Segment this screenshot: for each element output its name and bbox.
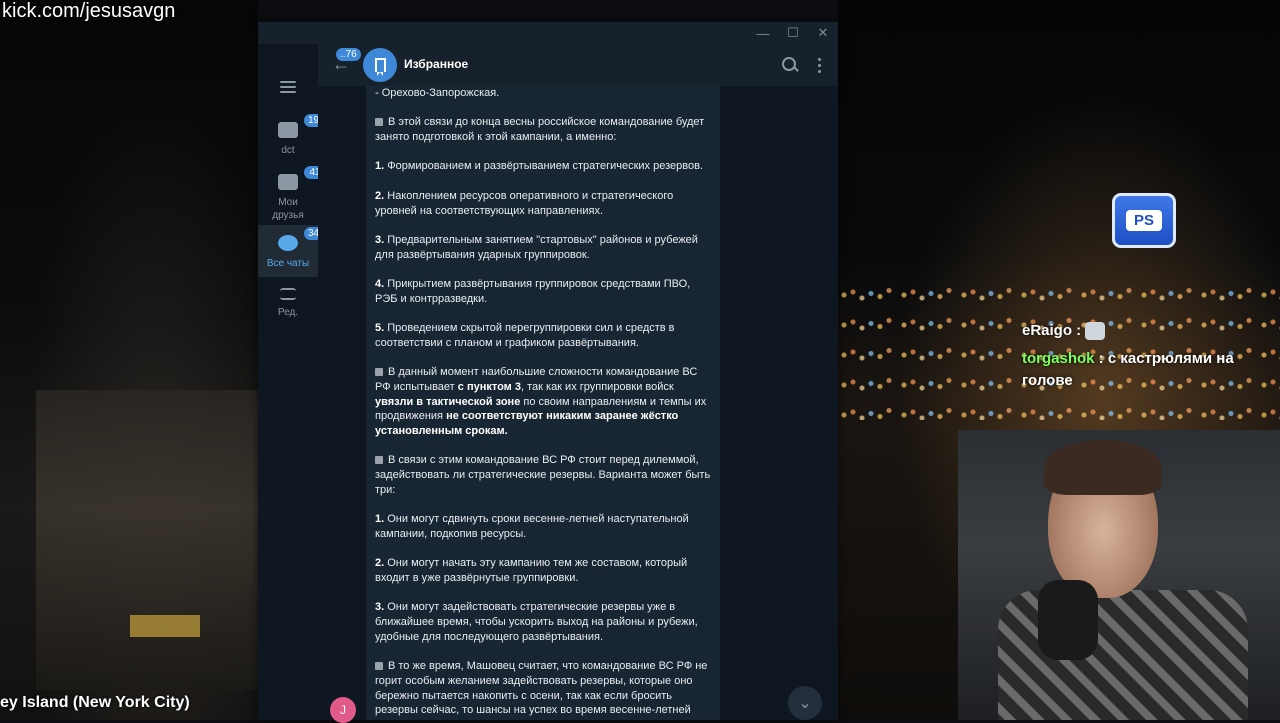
message-text: Они могут сдвинуть сроки весенне-летней … bbox=[375, 513, 689, 540]
message-list[interactable]: - Орехово-Запорожская. В этой связи до ко… bbox=[318, 86, 838, 720]
chat-header: ← ..76 Избранное bbox=[318, 44, 838, 86]
bold-text: 1. bbox=[375, 160, 385, 173]
bus-image bbox=[130, 615, 200, 637]
ps-badge-text: PS bbox=[1125, 210, 1162, 231]
message-text: Они могут задействовать стратегические р… bbox=[375, 601, 698, 643]
message-text: , так как их группировки войск bbox=[521, 380, 674, 393]
message-paragraph: В данный момент наибольшие сложности ком… bbox=[375, 365, 712, 439]
folder-sidebar: 191 dct 41 Мои друзья 349 Все чаты Ред. bbox=[258, 44, 329, 720]
message-text: Формированием и развёртыванием стратегич… bbox=[384, 160, 703, 173]
webcam-hair bbox=[1044, 440, 1162, 495]
bold-text: 4. bbox=[375, 278, 385, 291]
saved-messages-avatar[interactable] bbox=[363, 48, 397, 82]
chat-separator: : bbox=[1094, 350, 1104, 367]
folder-icon: 41 bbox=[278, 166, 326, 190]
chat-username: torgashok bbox=[1022, 350, 1095, 367]
bold-text: 3. bbox=[375, 233, 385, 246]
stream-chat: eRaigo : torgashok : с кастрюлями на гол… bbox=[1022, 320, 1272, 398]
chat-title[interactable]: Избранное bbox=[404, 57, 468, 71]
bold-text: 1. bbox=[375, 513, 385, 526]
minimize-button[interactable]: — bbox=[748, 22, 778, 44]
message-text: Предварительным занятием "стартовых" рай… bbox=[375, 233, 698, 261]
ps-badge-icon: PS bbox=[1112, 193, 1176, 248]
location-caption: ey Island (New York City) bbox=[0, 694, 190, 711]
bullet-icon bbox=[375, 662, 383, 671]
message-text: Накоплением ресурсов оперативного и стра… bbox=[375, 189, 674, 217]
edit-sliders-icon bbox=[280, 288, 296, 300]
stream-url: kick.com/jesusavgn bbox=[2, 0, 176, 22]
message-bubble: - Орехово-Запорожская. В этой связи до ко… bbox=[366, 86, 720, 720]
more-options-icon[interactable] bbox=[813, 55, 825, 75]
back-unread-badge: ..76 bbox=[336, 48, 361, 61]
message-paragraph: 2. Они могут начать эту кампанию тем же … bbox=[375, 556, 712, 585]
folder-label: Ред. bbox=[277, 307, 299, 318]
message-paragraph: - Орехово-Запорожская. bbox=[375, 86, 712, 101]
sender-avatar[interactable]: J bbox=[330, 697, 356, 723]
folder-dct[interactable]: 191 dct bbox=[258, 114, 329, 168]
bold-text: с пунктом 3 bbox=[457, 380, 521, 393]
chat-message: eRaigo : bbox=[1022, 320, 1272, 342]
bold-text: 5. bbox=[375, 322, 385, 335]
message-paragraph: 1. Формированием и развёртыванием страте… bbox=[375, 159, 712, 174]
message-text: Проведением скрытой перегруппировки сил … bbox=[375, 322, 675, 349]
city-view-left bbox=[0, 0, 258, 720]
folder-icon: 191 bbox=[278, 114, 329, 138]
chat-separator: : bbox=[1072, 322, 1082, 339]
message-paragraph: 4. Прикрытием развёртывания группировок … bbox=[375, 277, 712, 306]
folder-label: dct bbox=[281, 145, 295, 156]
folder-label: Все чаты bbox=[266, 258, 310, 269]
maximize-button[interactable]: ☐ bbox=[778, 22, 808, 44]
message-paragraph: В связи с этим командование ВС РФ стоит … bbox=[375, 453, 712, 497]
message-text: В то же время, Машовец считает, что кома… bbox=[375, 660, 708, 717]
folder-all-chats[interactable]: 349 Все чаты bbox=[258, 225, 329, 277]
message-paragraph: В то же время, Машовец считает, что кома… bbox=[375, 659, 712, 718]
microphone-icon bbox=[1038, 580, 1098, 660]
close-button[interactable]: ✕ bbox=[808, 22, 838, 44]
message-paragraph: 1. Они могут сдвинуть сроки весенне-летн… bbox=[375, 512, 712, 541]
building-image bbox=[36, 390, 258, 690]
message-paragraph: В этой связи до конца весны российское к… bbox=[375, 115, 712, 144]
message-text: Они могут начать эту кампанию тем же сос… bbox=[375, 557, 688, 585]
folder-label: Мои друзья bbox=[272, 197, 304, 221]
chats-icon: 349 bbox=[278, 227, 329, 251]
telegram-window: — ☐ ✕ 191 dct 41 Мои друзья 349 Все чаты bbox=[258, 22, 838, 723]
message-text: Прикрытием развёртывания группировок сре… bbox=[375, 278, 691, 305]
cat-emote-icon bbox=[1085, 322, 1106, 341]
message-paragraph: 2. Накоплением ресурсов оперативного и с… bbox=[375, 189, 712, 218]
hamburger-icon bbox=[280, 81, 296, 93]
message-paragraph: 3. Они могут задействовать стратегически… bbox=[375, 600, 712, 644]
bullet-icon bbox=[375, 118, 383, 127]
chat-message: torgashok : с кастрюлями на голове bbox=[1022, 348, 1272, 392]
bullet-icon bbox=[375, 456, 383, 465]
message-text: - Орехово-Запорожская. bbox=[375, 87, 500, 99]
message-text: В этой связи до конца весны российское к… bbox=[375, 116, 705, 144]
message-text: В связи с этим командование ВС РФ стоит … bbox=[375, 454, 711, 496]
bold-text: 3. bbox=[375, 601, 385, 614]
title-bar[interactable]: — ☐ ✕ bbox=[258, 22, 838, 44]
folder-my-friends[interactable]: 41 Мои друзья bbox=[258, 166, 326, 226]
menu-button[interactable] bbox=[258, 74, 318, 100]
bullet-icon bbox=[375, 368, 383, 377]
message-paragraph: 3. Предварительным занятием "стартовых" … bbox=[375, 233, 712, 262]
chat-username: eRaigo bbox=[1022, 322, 1073, 339]
scroll-down-button[interactable]: ⌄ bbox=[788, 686, 822, 720]
search-icon[interactable] bbox=[780, 55, 800, 75]
message-paragraph: 5. Проведением скрытой перегруппировки с… bbox=[375, 321, 712, 350]
webcam-shirt bbox=[998, 590, 1248, 720]
bold-text: 2. bbox=[375, 189, 385, 202]
webcam-feed bbox=[958, 430, 1280, 720]
bold-text: увязли в тактической зоне bbox=[375, 395, 521, 408]
folder-edit[interactable]: Ред. bbox=[258, 288, 318, 328]
bookmark-icon bbox=[374, 58, 386, 76]
bold-text: 2. bbox=[375, 557, 385, 570]
